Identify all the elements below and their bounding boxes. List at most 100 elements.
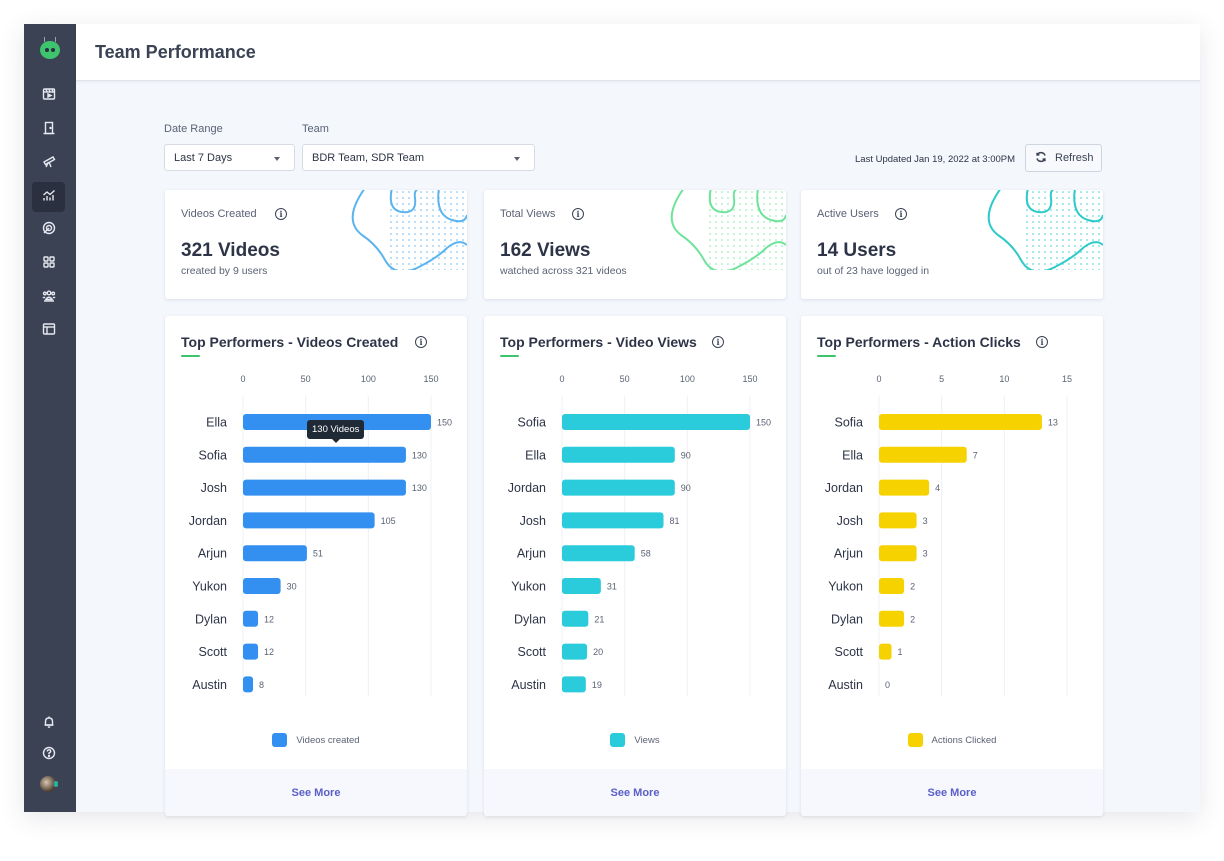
chart-card-action-clicks: Top Performers - Action Clicks i 0 5 10 15 S… xyxy=(801,316,1103,816)
stat-value: 162 Views xyxy=(500,240,591,261)
chart-title: Top Performers - Action Clicks xyxy=(817,334,1021,350)
sidebar-item-videos[interactable] xyxy=(32,81,65,111)
bar-chart-video-views: 0 50 100 150 Sofia 150 Ella 90 Jordan 90 Josh 81 Arj… xyxy=(508,374,771,696)
stat-subtext: created by 9 users xyxy=(181,265,268,277)
data-label: 0 xyxy=(885,680,890,690)
team-label: Team xyxy=(302,123,329,135)
sidebar-item-team[interactable] xyxy=(32,282,65,312)
data-label: 81 xyxy=(670,516,680,526)
bar xyxy=(562,414,750,430)
info-icon[interactable]: i xyxy=(895,208,907,220)
x-tick-label: 100 xyxy=(680,374,695,384)
target-icon xyxy=(42,221,56,240)
info-icon[interactable]: i xyxy=(712,336,724,348)
refresh-button[interactable]: Refresh xyxy=(1025,144,1102,172)
category-label: Josh xyxy=(201,481,227,495)
category-label: Jordan xyxy=(189,514,227,528)
see-more-link[interactable]: See More xyxy=(165,769,467,816)
video-clapper-icon xyxy=(42,87,56,106)
data-label: 21 xyxy=(594,614,604,624)
stat-label: Active Users xyxy=(817,208,879,220)
x-tick-label: 50 xyxy=(620,374,630,384)
info-icon[interactable]: i xyxy=(1036,336,1048,348)
data-label: 3 xyxy=(923,549,928,559)
x-tick-label: 100 xyxy=(361,374,376,384)
data-label: 90 xyxy=(681,450,691,460)
stat-value: 321 Videos xyxy=(181,240,280,261)
legend-swatch xyxy=(610,733,626,747)
title-underline xyxy=(817,355,836,357)
bar xyxy=(243,512,375,529)
chevron-down-icon xyxy=(274,157,280,161)
data-label: 150 xyxy=(437,418,452,428)
info-icon[interactable]: i xyxy=(572,208,584,220)
data-label: 12 xyxy=(264,614,274,624)
title-underline xyxy=(181,355,200,357)
category-label: Arjun xyxy=(834,547,863,561)
info-icon[interactable]: i xyxy=(415,336,427,348)
chart-legend: Actions Clicked xyxy=(801,733,1103,747)
category-label: Arjun xyxy=(517,547,546,561)
category-label: Scott xyxy=(835,645,864,659)
bar xyxy=(243,610,259,627)
sidebar-item-rooms[interactable] xyxy=(32,115,65,145)
x-tick-label: 10 xyxy=(999,374,1009,384)
date-range-select[interactable]: Last 7 Days xyxy=(164,144,295,171)
info-icon[interactable]: i xyxy=(275,208,287,220)
sidebar-item-help[interactable] xyxy=(32,740,65,770)
data-label: 31 xyxy=(607,582,617,592)
x-tick-label: 5 xyxy=(939,374,944,384)
bar xyxy=(562,643,588,660)
layout-icon xyxy=(42,322,56,341)
data-label: 130 xyxy=(412,450,427,460)
legend-label: Videos created xyxy=(296,734,360,746)
sidebar-item-apps[interactable] xyxy=(32,249,65,279)
bar xyxy=(562,545,635,562)
data-label: 51 xyxy=(313,549,323,559)
see-more-link[interactable]: See More xyxy=(801,769,1103,816)
bar xyxy=(243,446,406,463)
data-label: 130 xyxy=(412,483,427,493)
bar xyxy=(243,676,254,693)
data-label: 150 xyxy=(756,418,771,428)
last-updated-text: Last Updated Jan 19, 2022 at 3:00PM xyxy=(855,154,1016,165)
category-label: Ella xyxy=(206,416,227,430)
sidebar-item-campaigns[interactable] xyxy=(32,215,65,245)
sidebar-item-notifications[interactable] xyxy=(32,709,65,739)
data-label: 105 xyxy=(381,516,396,526)
team-select[interactable]: BDR Team, SDR Team xyxy=(302,144,535,171)
x-tick-label: 0 xyxy=(240,374,245,384)
sidebar-item-analytics[interactable] xyxy=(32,182,65,212)
sidebar-item-discover[interactable] xyxy=(32,148,65,178)
bar-chart-videos-created: 0 50 100 150 Ella 150 Sofia 130 Josh 130 Jordan 105… xyxy=(189,374,452,696)
stat-card-videos-created: Videos Created i 321 Videos created by 9… xyxy=(165,190,467,299)
bar-chart-action-clicks: 0 5 10 15Sofia 13Ella 7Jordan 4Josh 3Arjun 3Yuko… xyxy=(825,374,1072,696)
sidebar xyxy=(24,24,76,812)
bar xyxy=(243,578,281,594)
bar xyxy=(243,479,406,496)
category-label: Sofia xyxy=(835,416,864,430)
data-label: 58 xyxy=(641,549,651,559)
data-label: 4 xyxy=(935,483,940,493)
logo-antenna xyxy=(44,37,45,42)
analytics-icon xyxy=(42,188,56,207)
team-value: BDR Team, SDR Team xyxy=(312,152,425,164)
decorative-squiggle xyxy=(670,190,786,270)
bar xyxy=(562,610,589,627)
category-label: Jordan xyxy=(508,481,546,495)
decorative-squiggle xyxy=(351,190,467,270)
category-label: Dylan xyxy=(514,612,546,626)
data-label: 2 xyxy=(910,614,915,624)
category-label: Ella xyxy=(842,448,863,462)
category-label: Austin xyxy=(828,678,863,692)
category-label: Sofia xyxy=(199,448,228,462)
app-logo[interactable] xyxy=(40,37,60,59)
see-more-link[interactable]: See More xyxy=(484,769,786,816)
category-label: Dylan xyxy=(195,612,227,626)
sidebar-item-templates[interactable] xyxy=(32,316,65,346)
bar xyxy=(879,578,905,594)
stat-label: Total Views xyxy=(500,208,556,220)
stat-subtext: out of 23 have logged in xyxy=(817,265,930,277)
avatar[interactable] xyxy=(40,776,58,792)
data-label: 2 xyxy=(910,582,915,592)
